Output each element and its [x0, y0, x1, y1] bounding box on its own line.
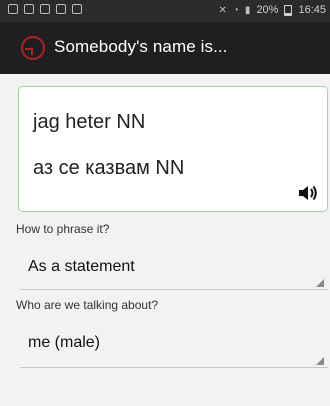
phrase-label: How to phrase it? [16, 222, 110, 236]
translation-line-swedish: jag heter NN [33, 111, 146, 133]
subject-select[interactable]: me (male) [20, 324, 328, 368]
dropdown-corner-icon [316, 357, 324, 365]
translation-card: jag heter NN аз се казвам NN [18, 86, 328, 212]
image-icon [24, 4, 34, 14]
app-bar: Somebody's name is... [0, 22, 330, 74]
phrase-select-underline [20, 289, 328, 290]
rss-icon [8, 4, 18, 14]
chat-icon [40, 4, 50, 14]
phrase-select-value: As a statement [28, 258, 135, 275]
page-title: Somebody's name is... [54, 37, 228, 56]
battery-percent: 20% [256, 4, 279, 16]
dropdown-corner-icon [316, 279, 324, 287]
translation-line-bulgarian: аз се казвам NN [33, 157, 185, 179]
mute-icon: ✕ [218, 4, 227, 16]
battery-icon [284, 4, 293, 16]
signal-icon: ▮ [244, 4, 251, 16]
app-icon [56, 4, 66, 14]
status-bar: ✕ ◔ ▮ 20% 16:45 [0, 0, 330, 22]
subject-select-underline [20, 367, 328, 368]
save-icon [72, 4, 82, 14]
status-icons-right: ✕ ◔ ▮ 20% 16:45 [218, 4, 326, 16]
phrase-select[interactable]: As a statement [20, 248, 328, 290]
subject-label: Who are we talking about? [16, 298, 159, 312]
app-logo-icon[interactable] [20, 35, 46, 61]
speaker-icon[interactable] [297, 183, 319, 203]
wifi-icon: ◔ [232, 4, 239, 16]
status-icons-left [8, 4, 82, 14]
status-time: 16:45 [298, 4, 326, 16]
subject-select-value: me (male) [28, 334, 101, 351]
